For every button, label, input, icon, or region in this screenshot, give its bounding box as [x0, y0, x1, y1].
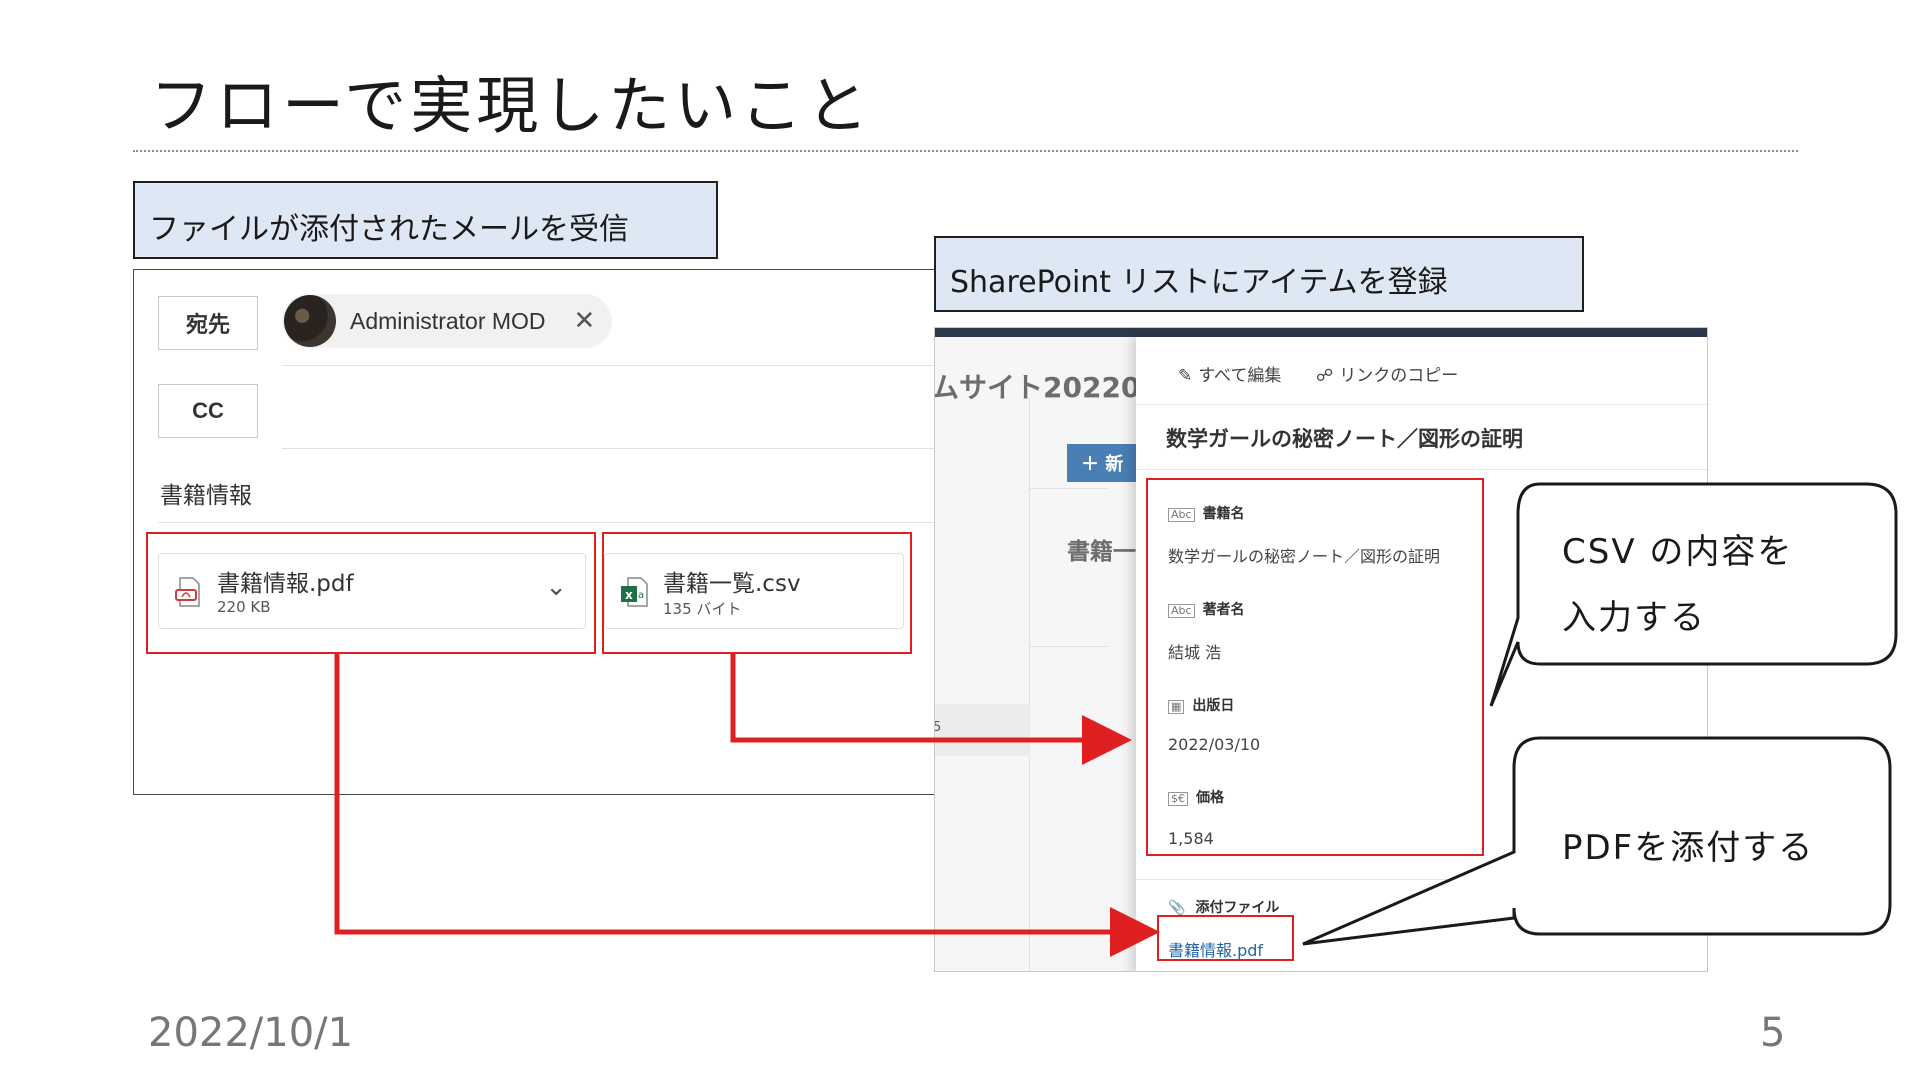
footer-date: 2022/10/1 — [148, 1010, 354, 1056]
csv-flow-arrow — [730, 654, 1132, 765]
slide: フローで実現したいこと 宛先 Administrator MOD ✕ CC 書籍… — [0, 0, 1920, 1080]
csv-callout-line1: CSV の内容を — [1562, 532, 1794, 572]
pdf-flow-arrow — [334, 654, 1160, 957]
csv-callout-line2: 入力する — [1562, 598, 1706, 638]
pdf-callout-text: PDFを添付する — [1562, 828, 1815, 868]
page-number: 5 — [1760, 1010, 1786, 1056]
